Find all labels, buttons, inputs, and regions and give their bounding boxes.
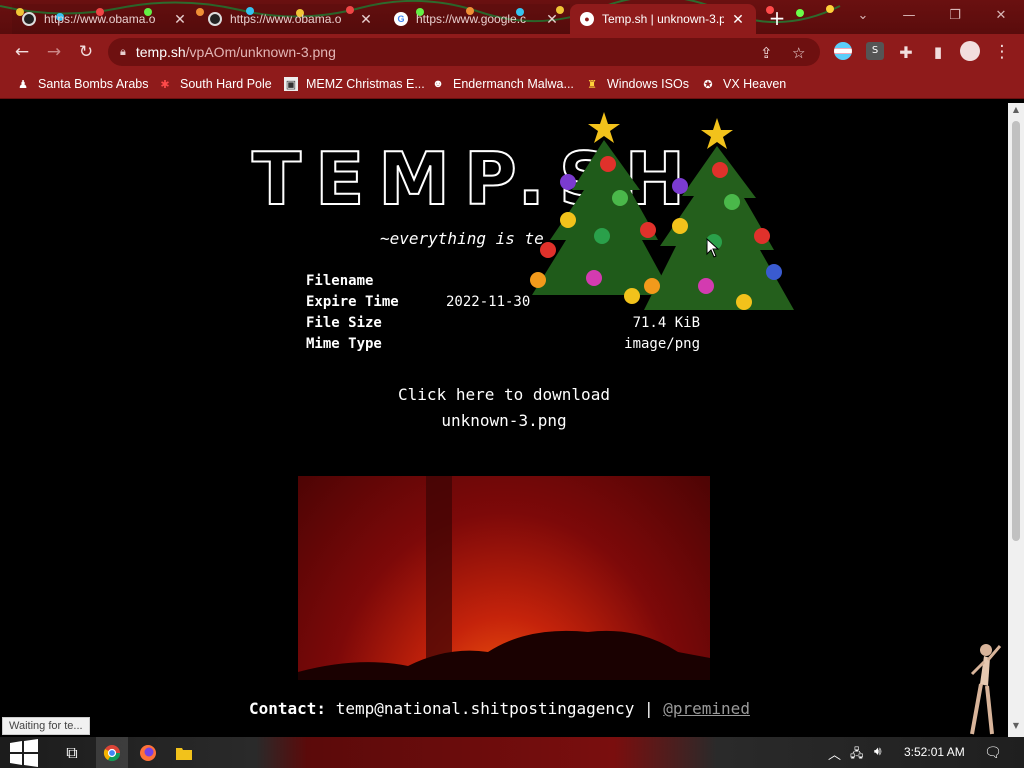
contact-separator: | <box>643 699 654 718</box>
reload-icon[interactable]: ↻ <box>74 40 98 64</box>
forward-arrow-icon[interactable]: → <box>42 40 66 64</box>
snowflake-icon: ✱ <box>160 78 170 91</box>
browser-toolbar: ← → ↻ 🔒︎ temp.sh/vpAOm/unknown-3.png ⇪ ☆… <box>0 34 1024 70</box>
info-key: Filename <box>306 273 374 289</box>
extension-s-icon[interactable]: S <box>866 42 884 60</box>
tab-title: https://www.obama.o <box>44 12 156 26</box>
close-tab-icon[interactable]: ✕ <box>544 11 560 28</box>
bookmarks-bar: ♟ Santa Bombs Arabs ✱ South Hard Pole ▣ … <box>0 70 1024 99</box>
bookmark-item[interactable]: ♟ Santa Bombs Arabs <box>16 75 148 93</box>
bookmark-star-icon[interactable]: ☆ <box>792 44 805 62</box>
close-tab-icon[interactable]: ✕ <box>730 11 746 28</box>
profile-avatar-icon[interactable] <box>960 41 980 61</box>
info-key: File Size <box>306 315 382 331</box>
info-key: Expire Time <box>306 294 399 310</box>
minimize-button[interactable]: — <box>886 0 932 30</box>
notification-icon[interactable]: 🗨︎ <box>984 744 1002 761</box>
obama-favicon-icon <box>22 12 36 26</box>
mouse-cursor-icon <box>706 238 720 258</box>
bookmark-item[interactable]: ♜ Windows ISOs <box>585 75 689 93</box>
scroll-up-icon[interactable]: ▲ <box>1008 105 1024 119</box>
lock-icon[interactable]: 🔒︎ <box>120 45 126 59</box>
bookmark-label: VX Heaven <box>723 77 787 91</box>
preview-image <box>298 476 710 680</box>
vx-heaven-icon: ✪ <box>703 78 713 91</box>
tray-chevron-icon[interactable]: ︿ <box>828 744 841 763</box>
page-scrollbar[interactable]: ▲ ▼ <box>1008 103 1024 737</box>
contact-line: Contact: temp@national.shitpostingagency… <box>249 699 750 718</box>
back-arrow-icon[interactable]: ← <box>10 40 34 64</box>
obama-favicon-icon <box>208 12 222 26</box>
tab-title: https://www.google.c <box>416 12 527 26</box>
bookmark-label: South Hard Pole <box>180 77 272 91</box>
download-filename-link[interactable]: unknown-3.png <box>0 411 1008 430</box>
google-favicon-icon: G <box>394 12 408 26</box>
bookmark-item[interactable]: ✪ VX Heaven <box>701 75 786 93</box>
close-window-button[interactable]: ✕ <box>978 0 1024 30</box>
bomb-icon: ♟ <box>18 78 28 91</box>
christmas-trees-overlay <box>530 112 794 310</box>
browser-tab-2[interactable]: https://www.obama.o ✕ <box>198 4 384 34</box>
bookmark-label: Windows ISOs <box>607 77 689 91</box>
contact-email: temp@national.shitpostingagency <box>335 699 635 718</box>
side-panel-icon[interactable]: ▮ <box>926 40 950 64</box>
windows-iso-icon: ♜ <box>587 78 597 91</box>
url-path: /vpAOm/unknown-3.png <box>185 44 336 60</box>
new-tab-button[interactable]: + <box>766 6 788 30</box>
scrollbar-thumb[interactable] <box>1012 121 1020 541</box>
tab-search-chevron-icon[interactable]: ⌄ <box>840 0 886 30</box>
temp-favicon-icon: ● <box>580 12 594 26</box>
url-host: temp.sh <box>135 44 186 60</box>
close-tab-icon[interactable]: ✕ <box>172 11 188 28</box>
page-content: TEMP.SH ~everything is te Filename Expir… <box>0 103 1008 737</box>
task-view-icon[interactable]: ⧉ <box>58 737 86 768</box>
file-explorer-icon[interactable] <box>168 737 200 768</box>
info-key: Mime Type <box>306 336 382 352</box>
browser-tab-3[interactable]: G https://www.google.c ✕ <box>384 4 570 34</box>
network-icon[interactable]: 🖧︎ <box>850 744 863 765</box>
start-windows-icon[interactable] <box>0 737 48 768</box>
share-icon[interactable]: ⇪ <box>760 44 773 62</box>
volume-icon[interactable]: 🔊︎ <box>874 744 882 759</box>
firefox-taskbar-icon[interactable] <box>132 737 164 768</box>
contact-label: Contact: <box>249 699 327 718</box>
memz-icon: ▣ <box>284 77 298 91</box>
dancing-figure-overlay <box>970 644 1002 735</box>
address-url: temp.sh/vpAOm/unknown-3.png <box>136 44 336 60</box>
tab-strip: https://www.obama.o ✕ https://www.obama.… <box>0 0 1024 34</box>
browser-tab-1[interactable]: https://www.obama.o ✕ <box>12 4 198 34</box>
chrome-taskbar-icon[interactable] <box>96 737 128 768</box>
image-preview[interactable] <box>298 476 710 680</box>
tab-title: https://www.obama.o <box>230 12 342 26</box>
download-link[interactable]: Click here to download <box>0 385 1008 404</box>
bookmark-item[interactable]: ✱ South Hard Pole <box>158 75 272 93</box>
restore-button[interactable]: ❐ <box>932 0 978 30</box>
address-bar[interactable]: 🔒︎ temp.sh/vpAOm/unknown-3.png ⇪ ☆ <box>108 38 820 66</box>
contact-handle-link[interactable]: @premined <box>663 699 750 718</box>
bookmark-label: Endermanch Malwa... <box>453 77 574 91</box>
system-clock[interactable]: 3:52:01 AM <box>904 745 965 759</box>
close-tab-icon[interactable]: ✕ <box>358 11 374 28</box>
scroll-down-icon[interactable]: ▼ <box>1008 721 1024 735</box>
endermanch-icon: ☻ <box>432 78 444 90</box>
tab-title: Temp.sh | unknown-3.p <box>602 12 724 26</box>
bookmark-item[interactable]: ▣ MEMZ Christmas E... <box>284 75 425 93</box>
status-bubble: Waiting for te... <box>2 717 90 735</box>
windows-taskbar: ⧉ ︿ 🖧︎ 🔊︎ 3:52:01 AM 🗨︎ <box>0 737 1024 768</box>
browser-tab-active[interactable]: ● Temp.sh | unknown-3.p ✕ <box>570 4 756 34</box>
bookmark-item[interactable]: ☻ Endermanch Malwa... <box>431 75 574 93</box>
extension-flag-icon[interactable] <box>834 42 852 60</box>
extensions-puzzle-icon[interactable]: ✚ <box>894 40 918 64</box>
menu-kebab-icon[interactable]: ⋮ <box>990 40 1014 64</box>
bookmark-label: Santa Bombs Arabs <box>38 77 149 91</box>
bookmark-label: MEMZ Christmas E... <box>306 77 425 91</box>
